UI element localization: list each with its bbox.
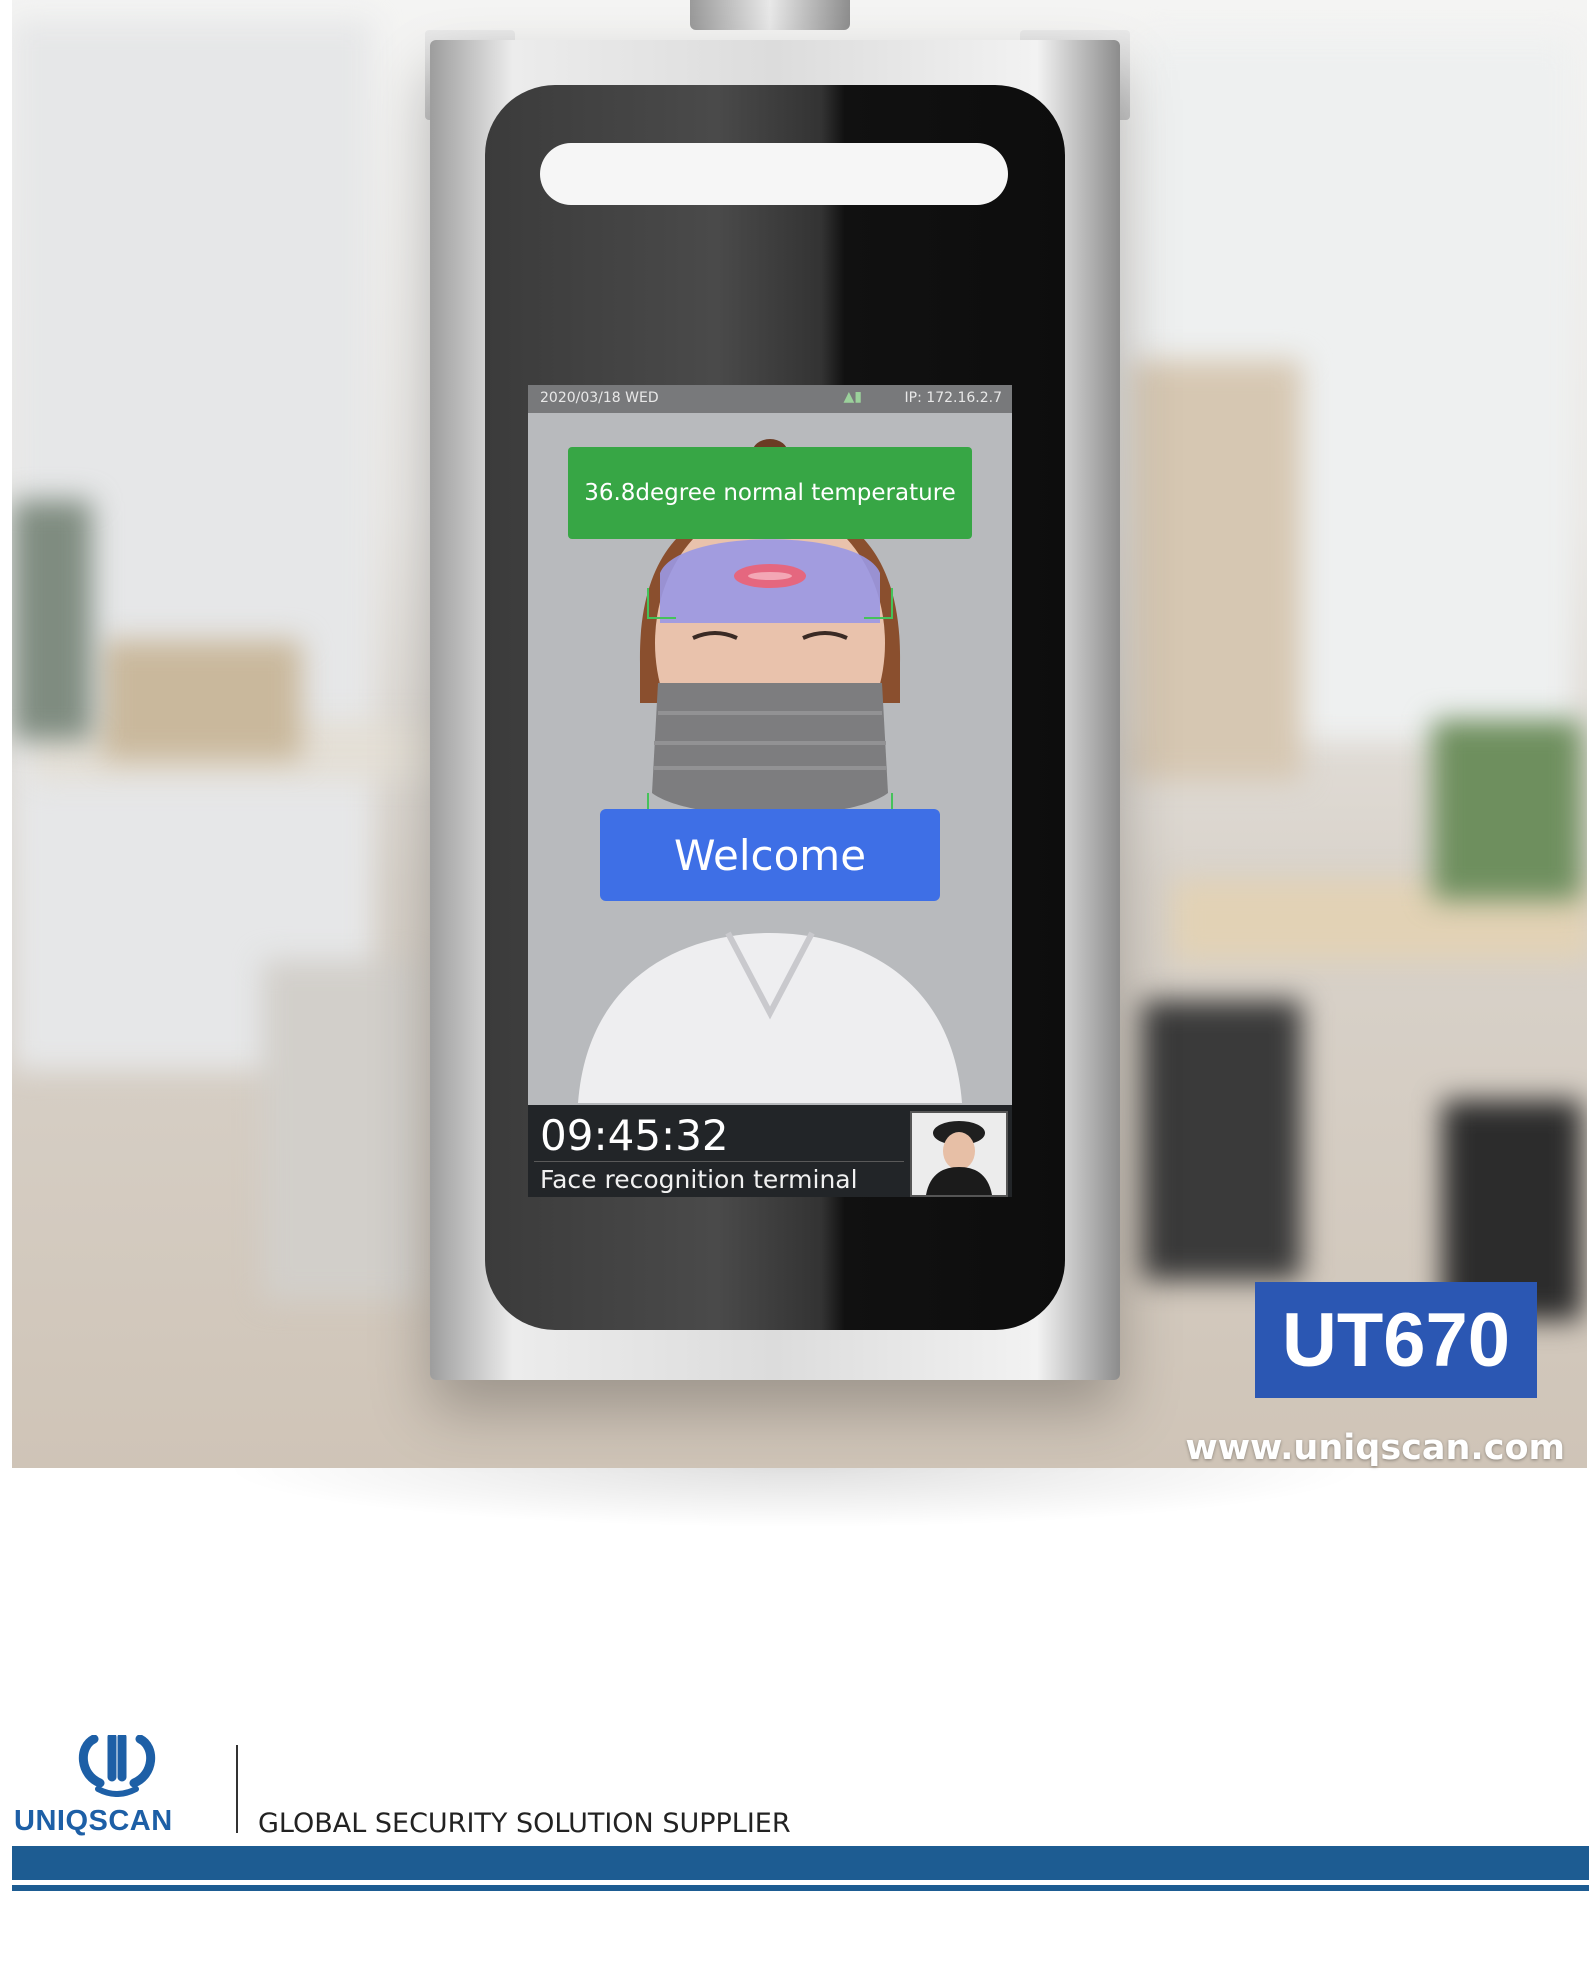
logo-divider: [236, 1745, 238, 1833]
info-panel: 09:45:32 Face recognition terminal: [528, 1105, 1012, 1197]
footer-rule: [12, 1885, 1589, 1891]
photo-shadow: [220, 1468, 1370, 1528]
model-number: UT670: [1281, 1297, 1511, 1383]
background-desk-leg: [262, 960, 422, 1300]
user-thumbnail: [910, 1111, 1008, 1197]
background-chair: [1142, 1000, 1302, 1280]
temperature-message: 36.8degree normal temperature: [584, 480, 956, 506]
footer-bar: [12, 1846, 1589, 1880]
terminal-screen: 2020/03/18 WED ▲▮ IP: 172.16.2.7 36.8deg…: [528, 385, 1012, 1197]
status-date: 2020/03/18 WED: [540, 390, 659, 406]
status-ip: IP: 172.16.2.7: [904, 390, 1002, 406]
brand-wordmark: UNIQSCAN: [14, 1805, 173, 1837]
logo-mark-icon: [78, 1735, 156, 1797]
clock: 09:45:32: [540, 1111, 729, 1160]
wifi-icon: ▲▮: [843, 389, 862, 405]
panel-divider: [534, 1161, 904, 1162]
ir-sensor-window: [540, 143, 1008, 205]
website-url[interactable]: www.uniqscan.com: [1185, 1428, 1565, 1468]
model-badge: UT670: [1255, 1282, 1537, 1398]
background-shelf: [1132, 360, 1302, 780]
terminal-label: Face recognition terminal: [540, 1165, 858, 1194]
welcome-message: Welcome: [673, 830, 867, 880]
background-box: [102, 640, 302, 760]
welcome-banner: Welcome: [600, 809, 940, 901]
brand-tagline: GLOBAL SECURITY SOLUTION SUPPLIER: [258, 1808, 791, 1839]
temperature-banner: 36.8degree normal temperature: [568, 447, 972, 539]
background-plant: [12, 500, 92, 740]
status-bar: 2020/03/18 WED ▲▮ IP: 172.16.2.7: [528, 385, 1012, 413]
mount-pole: [690, 0, 850, 30]
background-plant: [1432, 720, 1582, 900]
